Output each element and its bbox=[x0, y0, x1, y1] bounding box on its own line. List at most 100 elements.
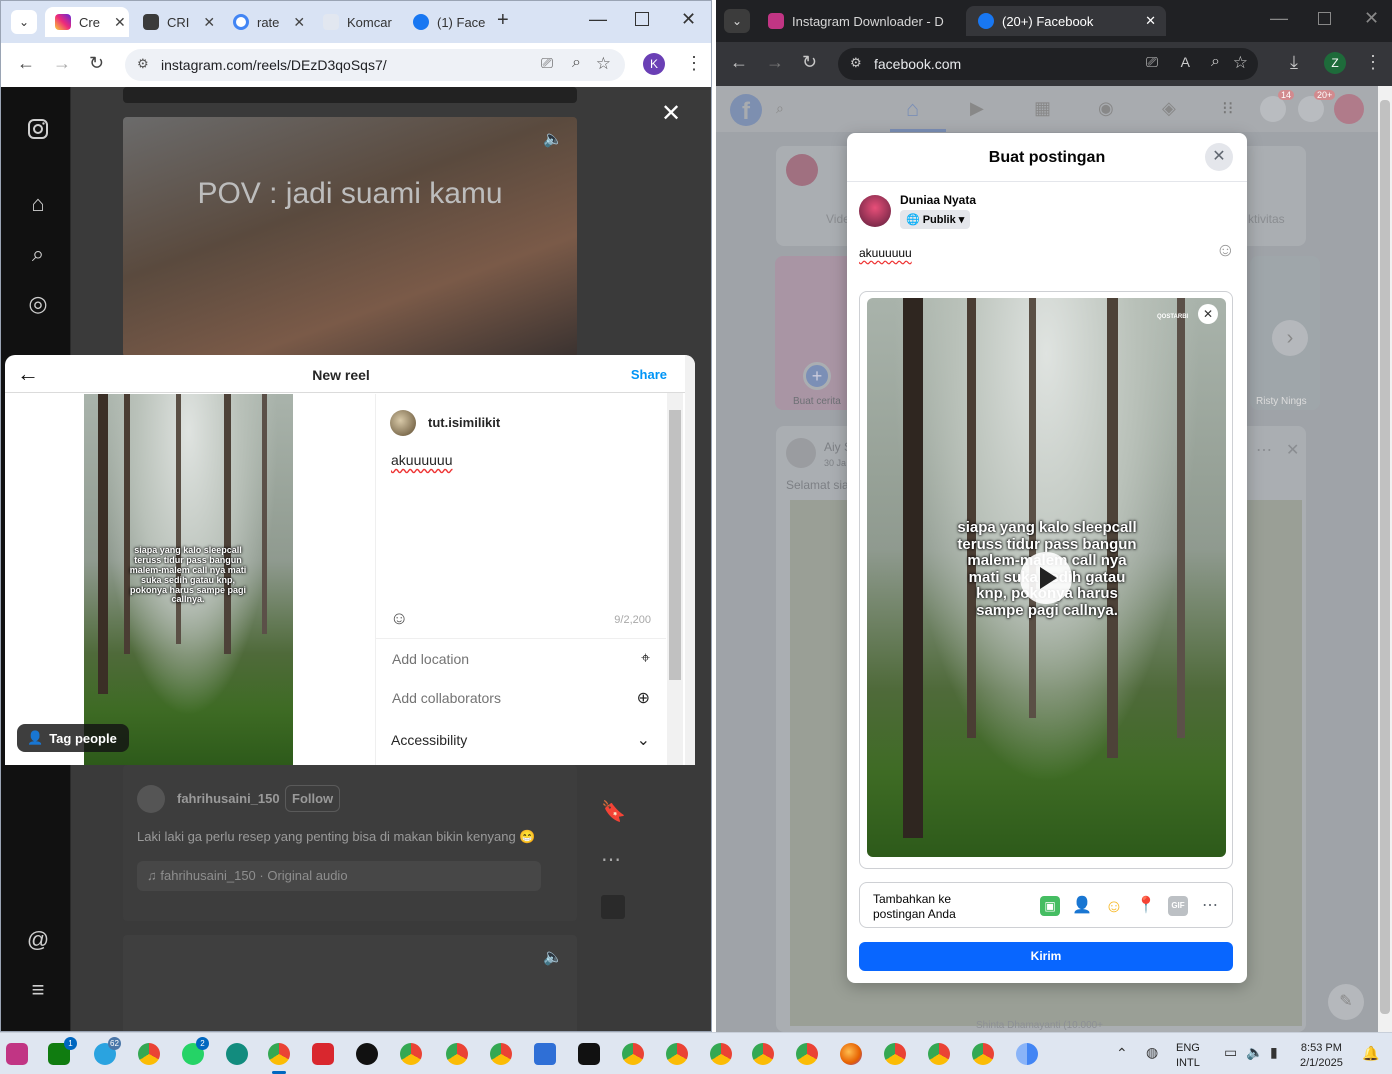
mute-icon[interactable]: 🔈 bbox=[543, 947, 563, 967]
page-scrollbar-thumb[interactable] bbox=[1380, 100, 1390, 1014]
browser-menu-icon[interactable]: ⋮ bbox=[685, 53, 703, 74]
network-icon[interactable]: ◍ bbox=[1146, 1044, 1158, 1061]
bookmark-star-icon[interactable]: ☆ bbox=[596, 54, 611, 74]
play-icon[interactable] bbox=[1020, 552, 1072, 604]
attached-video[interactable]: QOSTARBI siapa yang kalo sleepcall terus… bbox=[867, 298, 1226, 857]
close-tab-icon[interactable]: ✕ bbox=[293, 14, 305, 31]
facebook-logo-icon[interactable]: f bbox=[730, 94, 762, 126]
menu-grid-icon[interactable]: ⁝⁝ bbox=[1222, 98, 1233, 119]
search-icon[interactable]: ⌕ bbox=[776, 100, 784, 117]
translate-icon[interactable]: A bbox=[1181, 54, 1190, 70]
site-info-icon[interactable]: ⚙ bbox=[850, 55, 862, 71]
feeling-icon[interactable]: ☺ bbox=[1104, 896, 1124, 916]
tab-search-button[interactable]: ⌄ bbox=[724, 9, 750, 33]
close-tab-icon[interactable]: ✕ bbox=[1145, 13, 1156, 29]
audio-thumbnail[interactable] bbox=[601, 895, 625, 919]
more-options-icon[interactable]: ⋯ bbox=[1200, 896, 1220, 916]
search-icon[interactable]: ⌕ bbox=[25, 241, 51, 267]
download-icon[interactable]: ⤓ bbox=[1290, 52, 1298, 73]
explore-icon[interactable]: ◎ bbox=[25, 291, 51, 317]
groups-nav-icon[interactable]: ◉ bbox=[1098, 98, 1114, 119]
browser-menu-icon[interactable]: ⋮ bbox=[1364, 52, 1382, 73]
tab-instagram[interactable]: Cre ✕ bbox=[45, 7, 129, 37]
reel-user-avatar[interactable] bbox=[137, 785, 165, 813]
add-collaborators-row[interactable]: Add collaborators ⊕ bbox=[376, 678, 666, 718]
install-app-icon[interactable]: ⎚ bbox=[541, 55, 553, 72]
tag-people-icon[interactable]: 👤 bbox=[1072, 896, 1092, 916]
capcut-icon[interactable] bbox=[312, 1043, 334, 1065]
show-hidden-icons-chevron-icon[interactable]: ⌃ bbox=[1116, 1045, 1128, 1062]
chrome-icon[interactable] bbox=[928, 1043, 950, 1065]
profile-avatar[interactable]: K bbox=[643, 53, 665, 75]
battery-icon[interactable]: ▮ bbox=[1270, 1044, 1278, 1061]
profile-avatar[interactable]: Z bbox=[1324, 52, 1346, 74]
chrome-icon[interactable] bbox=[138, 1043, 160, 1065]
story-create-plus-icon[interactable]: + bbox=[803, 362, 831, 390]
tab-facebook[interactable]: (1) Face bbox=[403, 7, 487, 37]
threads-icon[interactable]: @ bbox=[25, 927, 51, 953]
remove-video-icon[interactable]: ✕ bbox=[1198, 304, 1218, 324]
address-bar[interactable]: ⚙ instagram.com/reels/DEzD3qoSqs7/ ⎚ ⌕ ☆ bbox=[125, 49, 625, 81]
firefox-icon[interactable] bbox=[840, 1043, 862, 1065]
check-in-icon[interactable]: 📍 bbox=[1136, 896, 1156, 916]
more-options-icon[interactable]: ⋯ bbox=[601, 847, 621, 872]
maximize-icon[interactable] bbox=[1318, 12, 1331, 25]
caption-input[interactable]: akuuuuuu bbox=[391, 452, 453, 468]
post-close-icon[interactable]: ✕ bbox=[1286, 440, 1299, 460]
home-icon[interactable]: ⌂ bbox=[25, 191, 51, 217]
post-button[interactable]: Kirim bbox=[859, 942, 1233, 971]
close-tab-icon[interactable]: ✕ bbox=[114, 14, 126, 31]
chrome-icon[interactable] bbox=[622, 1043, 644, 1065]
post-more-icon[interactable]: ⋯ bbox=[1256, 440, 1272, 460]
new-tab-icon[interactable]: + bbox=[497, 9, 509, 32]
forward-icon[interactable]: → bbox=[53, 53, 71, 74]
reel-preview-video[interactable]: siapa yang kalo sleepcall teruss tidur p… bbox=[84, 394, 293, 765]
save-icon[interactable]: 🔖 bbox=[601, 799, 626, 824]
reel-username[interactable]: fahrihusaini_150 bbox=[177, 791, 280, 806]
chrome-icon[interactable] bbox=[796, 1043, 818, 1065]
page-scrollbar[interactable] bbox=[685, 355, 695, 765]
tab-search-button[interactable]: ⌄ bbox=[11, 10, 37, 34]
accessibility-row[interactable]: Accessibility ⌄ bbox=[376, 720, 666, 760]
photo-video-icon[interactable]: ▣ bbox=[1040, 896, 1060, 916]
chrome-icon[interactable] bbox=[752, 1043, 774, 1065]
tab-facebook[interactable]: (20+) Facebook ✕ bbox=[966, 6, 1166, 36]
notifications-bell-icon[interactable]: 🔔 bbox=[1362, 1045, 1379, 1062]
gaming-nav-icon[interactable]: ◈ bbox=[1162, 98, 1176, 119]
tab-instagram-downloader[interactable]: Instagram Downloader - D bbox=[756, 6, 962, 36]
reload-icon[interactable]: ↻ bbox=[802, 52, 817, 73]
stories-next-icon[interactable]: › bbox=[1272, 320, 1308, 356]
reel-video[interactable]: POV : jadi suami kamu 🔈 bbox=[123, 117, 577, 357]
install-app-icon[interactable]: ⎚ bbox=[1146, 54, 1158, 71]
zoom-icon[interactable]: ⌕ bbox=[572, 54, 581, 72]
chrome-icon[interactable] bbox=[884, 1043, 906, 1065]
instagram-logo-icon[interactable] bbox=[25, 117, 51, 143]
language-indicator[interactable]: ENG INTL bbox=[1176, 1041, 1200, 1071]
whatsapp-business-icon[interactable] bbox=[226, 1043, 248, 1065]
emoji-icon[interactable]: ☺ bbox=[1216, 240, 1235, 262]
video-nav-icon[interactable]: ▶ bbox=[970, 98, 984, 119]
minimize-icon[interactable]: — bbox=[1270, 8, 1288, 29]
back-icon[interactable]: ← bbox=[730, 52, 748, 73]
chrome-icon[interactable] bbox=[490, 1043, 512, 1065]
maximize-icon[interactable] bbox=[635, 12, 649, 26]
chrome-icon[interactable] bbox=[1016, 1043, 1038, 1065]
share-button[interactable]: Share bbox=[631, 367, 667, 382]
tab-google[interactable]: rate ✕ bbox=[223, 7, 307, 37]
post-avatar[interactable] bbox=[786, 438, 816, 468]
close-reels-icon[interactable]: ✕ bbox=[661, 99, 681, 128]
instagram-app-icon[interactable] bbox=[6, 1043, 28, 1065]
account-avatar[interactable] bbox=[1334, 94, 1364, 124]
chrome-icon[interactable] bbox=[400, 1043, 422, 1065]
next-reel-video[interactable]: 🔈 bbox=[123, 935, 577, 1031]
tag-people-button[interactable]: 👤 Tag people bbox=[17, 724, 129, 752]
media-app-icon[interactable] bbox=[356, 1043, 378, 1065]
display-icon[interactable]: ▭ bbox=[1224, 1044, 1237, 1061]
notes-app-icon[interactable] bbox=[534, 1043, 556, 1065]
activity-label[interactable]: ktivitas bbox=[1248, 212, 1285, 226]
chrome-icon[interactable] bbox=[666, 1043, 688, 1065]
close-dialog-icon[interactable]: ✕ bbox=[1205, 143, 1233, 171]
volume-icon[interactable]: 🔈 bbox=[1246, 1044, 1263, 1061]
marketplace-nav-icon[interactable]: ▦ bbox=[1034, 98, 1051, 119]
forward-icon[interactable]: → bbox=[766, 52, 784, 73]
